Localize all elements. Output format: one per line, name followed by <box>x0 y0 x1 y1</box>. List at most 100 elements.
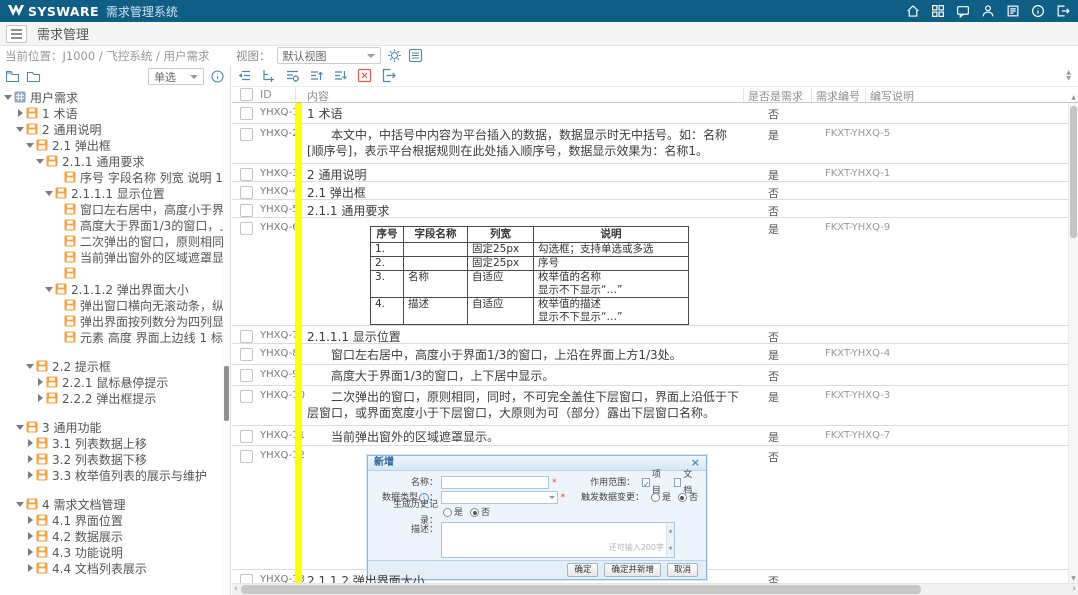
caret-right-icon[interactable] <box>25 438 35 448</box>
tree-node[interactable]: 4.3 功能说明 <box>0 544 223 560</box>
table-row[interactable]: YHXQ-12 新增 × 名称： * 作用范围： 项目 文 <box>232 446 1068 570</box>
view-list-icon[interactable] <box>408 48 423 63</box>
tree-node[interactable] <box>0 265 223 281</box>
exit-icon[interactable] <box>1056 4 1070 18</box>
column-header-isreq[interactable]: 是否是需求 <box>743 88 811 104</box>
row-checkbox[interactable] <box>240 390 253 403</box>
tree-node[interactable]: 弹出界面按列数分为四列显示和双列... <box>0 313 223 329</box>
tree-node[interactable]: 2 通用说明 <box>0 121 223 137</box>
message-icon[interactable] <box>956 4 970 18</box>
table-row[interactable]: YHXQ-10 二次弹出的窗口，原则相同，同时，不可完全盖住下层窗口，界面上沿低… <box>232 386 1068 426</box>
row-checkbox[interactable] <box>240 330 253 343</box>
tree-node[interactable]: 二次弹出的窗口，原则相同，同时，... <box>0 233 223 249</box>
row-checkbox[interactable] <box>240 430 253 443</box>
tree-node[interactable]: 2.1.1.2 弹出界面大小 <box>0 281 223 297</box>
scroll-up-arrow[interactable]: ▲ <box>1069 94 1078 102</box>
row-checkbox[interactable] <box>240 348 253 361</box>
caret-down-icon[interactable] <box>25 140 35 150</box>
row-checkbox[interactable] <box>240 369 253 382</box>
collapse-all-folder-icon[interactable] <box>26 69 41 84</box>
caret-down-icon[interactable] <box>44 188 54 198</box>
tree-scrollbar[interactable] <box>223 89 230 595</box>
caret-right-icon[interactable] <box>35 377 45 387</box>
tree-node-root[interactable]: 用户需求 <box>0 89 223 105</box>
caret-down-icon[interactable] <box>44 284 54 294</box>
tree-node[interactable]: 序号 字段名称 列宽 说明 1. 固定25px 勾... <box>0 169 223 185</box>
caret-right-icon[interactable] <box>25 515 35 525</box>
move-up-icon[interactable] <box>309 68 324 83</box>
row-checkbox[interactable] <box>240 204 253 217</box>
list-settings-icon[interactable] <box>285 68 300 83</box>
table-row[interactable]: YHXQ-11 当前弹出窗外的区域遮罩显示。 是 FKXT-YHXQ-7 <box>232 426 1068 446</box>
expand-all-folder-icon[interactable] <box>5 69 20 84</box>
table-row[interactable]: YHXQ-2 本文中，中括号中内容为平台插入的数据，数据显示时无中括号。如：名称… <box>232 124 1068 164</box>
tree-node[interactable]: 2.1 弹出框 <box>0 137 223 153</box>
tree-node[interactable]: 2.2.1 鼠标悬停提示 <box>0 374 223 390</box>
tree-node[interactable]: 4.2 数据展示 <box>0 528 223 544</box>
caret-down-icon[interactable] <box>25 361 35 371</box>
caret-down-icon[interactable] <box>15 499 25 509</box>
delete-icon[interactable] <box>357 68 372 83</box>
pane-collapse-carets[interactable]: ▲▼ <box>1066 70 1073 82</box>
tree-node[interactable]: 2.2.2 弹出框提示 <box>0 390 223 406</box>
tree-node[interactable]: 2.2 提示框 <box>0 358 223 374</box>
table-row[interactable]: YHXQ-1 1 术语 否 <box>232 103 1068 124</box>
table-row[interactable]: YHXQ-4 2.1 弹出框 否 <box>232 182 1068 200</box>
column-header-id[interactable]: ID <box>260 88 295 101</box>
move-down-icon[interactable] <box>333 68 348 83</box>
table-row[interactable]: YHXQ-3 2 通用说明 是 FKXT-YHXQ-1 <box>232 164 1068 182</box>
tree-node[interactable]: 元素 高度 界面上边线 1 标题栏 28 内... <box>0 329 223 345</box>
news-icon[interactable] <box>1006 4 1020 18</box>
caret-right-icon[interactable] <box>25 547 35 557</box>
row-checkbox[interactable] <box>240 128 253 141</box>
select-all-checkbox[interactable] <box>240 88 253 101</box>
horizontal-scrollbar[interactable]: ‹ › <box>232 583 1078 595</box>
scroll-down-arrow[interactable]: ▼ <box>1069 575 1078 583</box>
apps-icon[interactable] <box>931 4 945 18</box>
tree-node[interactable]: 3.2 列表数据下移 <box>0 451 223 467</box>
export-icon[interactable] <box>381 68 396 83</box>
home-icon[interactable] <box>906 4 920 18</box>
caret-down-icon[interactable] <box>15 422 25 432</box>
table-row[interactable]: YHXQ-9 高度大于界面1/3的窗口，上下居中显示。 否 <box>232 365 1068 386</box>
row-checkbox[interactable] <box>240 574 253 583</box>
row-checkbox[interactable] <box>240 168 253 181</box>
view-select[interactable]: 默认视图 <box>277 47 381 64</box>
caret-right-icon[interactable] <box>25 454 35 464</box>
tree-node[interactable]: 1 术语 <box>0 105 223 121</box>
vertical-scrollbar-thumb[interactable] <box>1070 106 1077 238</box>
tree-mode-select[interactable]: 单选 <box>148 68 204 85</box>
tree-node[interactable]: 3 通用功能 <box>0 419 223 435</box>
menu-hamburger-icon[interactable] <box>6 25 27 43</box>
insert-child-icon[interactable] <box>261 68 276 83</box>
insert-sibling-icon[interactable] <box>237 68 252 83</box>
caret-down-icon[interactable] <box>3 92 13 102</box>
table-row[interactable]: YHXQ-13 2.1.1.2 弹出界面大小 否 <box>232 570 1068 583</box>
table-row[interactable]: YHXQ-8 窗口左右居中，高度小于界面1/3的窗口，上沿在界面上方1/3处。 … <box>232 344 1068 365</box>
caret-right-icon[interactable] <box>25 531 35 541</box>
tree-node[interactable]: 4 需求文档管理 <box>0 496 223 512</box>
column-header-note[interactable]: 编写说明 <box>865 88 935 104</box>
tree-info-icon[interactable] <box>210 69 225 84</box>
horizontal-scrollbar-thumb[interactable] <box>241 585 921 594</box>
view-settings-gear-icon[interactable] <box>387 48 402 63</box>
row-checkbox[interactable] <box>240 186 253 199</box>
tree-node[interactable]: 4.1 界面位置 <box>0 512 223 528</box>
caret-down-icon[interactable] <box>15 124 25 134</box>
scroll-right-arrow[interactable]: › <box>1072 584 1076 595</box>
user-icon[interactable] <box>981 4 995 18</box>
caret-right-icon[interactable] <box>25 563 35 573</box>
tree-node[interactable]: 3.3 枚举值列表的展示与维护 <box>0 467 223 483</box>
caret-right-icon[interactable] <box>35 393 45 403</box>
tree-node[interactable]: 4.4 文档列表展示 <box>0 560 223 576</box>
column-header-reqno[interactable]: 需求编号 <box>811 88 865 104</box>
info-icon[interactable] <box>1031 4 1045 18</box>
column-header-content[interactable]: 内容 <box>295 88 743 104</box>
table-row[interactable]: YHXQ-7 2.1.1.1 显示位置 否 <box>232 326 1068 344</box>
tree-node[interactable]: 弹出窗口横向无滚动条，纵向超出最... <box>0 297 223 313</box>
caret-right-icon[interactable] <box>25 470 35 480</box>
tree-node[interactable]: 3.1 列表数据上移 <box>0 435 223 451</box>
vertical-scrollbar[interactable]: ▲ ▼ <box>1068 103 1078 583</box>
row-checkbox[interactable] <box>240 450 253 463</box>
tree-node[interactable]: 高度大于界面1/3的窗口，上下居中显... <box>0 217 223 233</box>
